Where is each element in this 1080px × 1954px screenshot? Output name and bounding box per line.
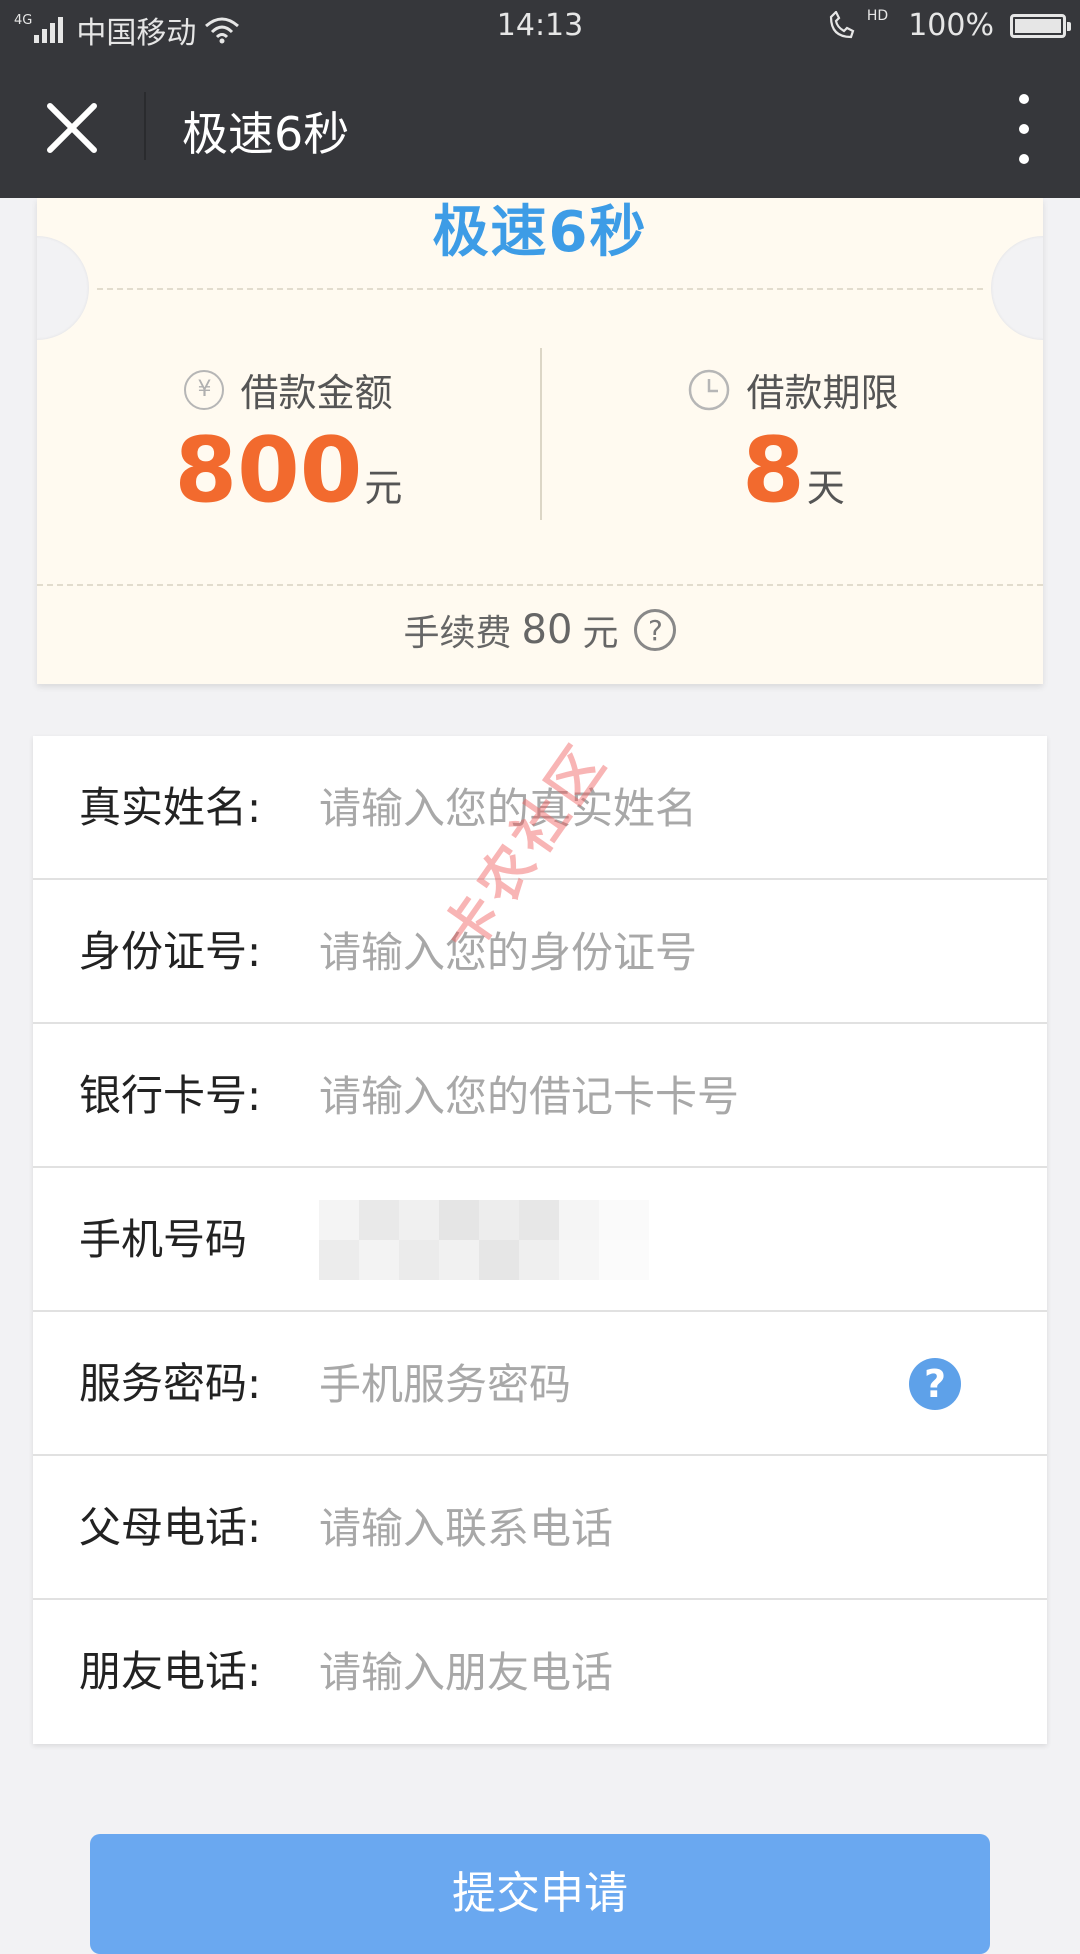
form-row-service-password: 服务密码: ? <box>33 1312 1047 1456</box>
page-title: 极速6秒 <box>182 107 350 161</box>
ticket-dashed-divider <box>37 584 1043 586</box>
loan-amount-label: 借款金额 <box>240 371 393 415</box>
id-number-label: 身份证号: <box>79 927 262 976</box>
more-button[interactable] <box>1004 94 1044 164</box>
loan-term-value: 8 <box>742 418 805 523</box>
more-dot-icon <box>1019 94 1029 104</box>
form-row-id-number: 身份证号: <box>33 880 1047 1024</box>
loan-amount-unit: 元 <box>364 466 403 510</box>
friend-phone-label: 朋友电话: <box>79 1647 262 1696</box>
hd-label: HD <box>866 7 889 24</box>
friend-phone-input[interactable] <box>319 1636 919 1708</box>
yen-icon: ¥ <box>184 369 225 410</box>
battery-percent: 100% <box>908 8 994 43</box>
nav-bar: 极速6秒 <box>0 54 1080 198</box>
fee-unit: 元 <box>582 613 619 654</box>
fee-label: 手续费 <box>403 613 512 654</box>
loan-term-block: 借款期限 8天 <box>542 362 1043 538</box>
application-form: 真实姓名: 身份证号: 银行卡号: 手机号码 服务密码: ? 父母电话: 朋友电… <box>33 736 1047 1744</box>
form-row-bank-card: 银行卡号: <box>33 1024 1047 1168</box>
phone-number-redacted[interactable] <box>319 1200 649 1280</box>
battery-icon <box>1010 13 1071 38</box>
real-name-input[interactable] <box>319 772 919 844</box>
hd-call-icon <box>829 10 855 38</box>
fee-value: 80 <box>521 607 573 653</box>
loan-term-unit: 天 <box>806 466 845 510</box>
bank-card-label: 银行卡号: <box>79 1071 262 1120</box>
loan-amount-value-row: 800元 <box>37 421 540 538</box>
parent-phone-label: 父母电话: <box>79 1503 262 1552</box>
loan-ticket-card: 极速6秒 ¥ 借款金额 800元 借款期限 8天 手续费 80 元 ? <box>37 198 1043 684</box>
more-dot-icon <box>1019 124 1029 134</box>
real-name-label: 真实姓名: <box>79 783 262 832</box>
status-right: HD 100% <box>827 7 1071 43</box>
fee-help-icon[interactable]: ? <box>634 609 677 651</box>
fee-row: 手续费 80 元 ? <box>37 604 1043 656</box>
close-button[interactable] <box>40 96 104 160</box>
status-bar: 4G 中国移动 14:13 HD 100% <box>0 0 1080 54</box>
loan-term-label-row: 借款期限 <box>542 362 1043 417</box>
loan-term-label: 借款期限 <box>746 371 899 415</box>
ticket-title: 极速6秒 <box>432 200 648 265</box>
more-dot-icon <box>1019 154 1029 164</box>
phone-label: 手机号码 <box>79 1215 248 1264</box>
clock-icon <box>689 369 730 410</box>
parent-phone-input[interactable] <box>319 1492 919 1564</box>
form-row-friend-phone: 朋友电话: <box>33 1600 1047 1744</box>
id-number-input[interactable] <box>319 916 919 988</box>
close-icon <box>47 103 97 153</box>
ticket-dashed-divider <box>97 288 983 290</box>
form-row-phone: 手机号码 <box>33 1168 1047 1312</box>
loan-term-value-row: 8天 <box>542 421 1043 538</box>
battery-fill <box>1015 18 1061 33</box>
service-password-label: 服务密码: <box>79 1359 262 1408</box>
form-row-parent-phone: 父母电话: <box>33 1456 1047 1600</box>
loan-amount-block: ¥ 借款金额 800元 <box>37 362 540 538</box>
bank-card-input[interactable] <box>319 1060 919 1132</box>
service-password-input[interactable] <box>319 1348 799 1420</box>
loan-amount-label-row: ¥ 借款金额 <box>37 362 540 417</box>
loan-amount-value: 800 <box>174 418 363 523</box>
service-password-help-icon[interactable]: ? <box>909 1358 961 1410</box>
submit-button[interactable]: 提交申请 <box>90 1834 990 1954</box>
nav-divider <box>144 92 146 160</box>
